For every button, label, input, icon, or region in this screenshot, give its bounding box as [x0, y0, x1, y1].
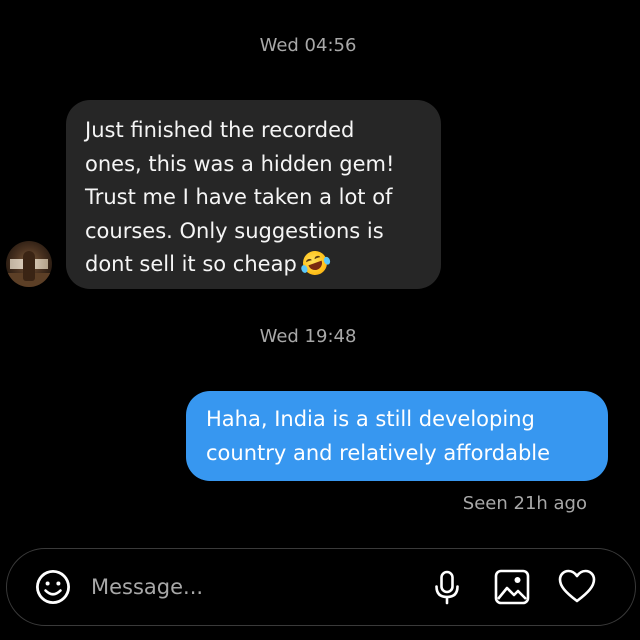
message-composer [6, 548, 636, 626]
seen-status: Seen 21h ago [462, 493, 587, 514]
message-line: ones, this was a hidden gem! [85, 151, 395, 176]
emoji-tear [300, 264, 309, 274]
emoji-tear [322, 255, 331, 266]
rolling-on-floor-laughing-emoji [299, 247, 331, 279]
emoji-smile-icon[interactable] [31, 565, 75, 609]
avatar-photo-figure [23, 251, 35, 281]
message-line: Haha, India is a still developing [206, 407, 535, 431]
timestamp: Wed 19:48 [259, 326, 357, 347]
heart-icon[interactable] [555, 565, 599, 609]
microphone-icon[interactable] [425, 565, 469, 609]
incoming-message-bubble[interactable]: Just finished the recorded ones, this wa… [66, 100, 441, 289]
message-line: country and relatively affordable [206, 440, 551, 465]
message-line-last: dont sell it so cheap [85, 247, 423, 282]
message-input[interactable] [91, 569, 391, 605]
message-line: Trust me I have taken a lot of [85, 185, 393, 209]
avatar[interactable] [6, 241, 52, 287]
message-line: Just finished the recorded [85, 118, 355, 142]
timestamp: Wed 04:56 [259, 35, 357, 56]
message-line: courses. Only suggestions is [85, 218, 384, 243]
message-text: dont sell it so cheap [85, 252, 297, 276]
gallery-icon[interactable] [490, 565, 534, 609]
chat-screen: Wed 04:56 Just finished the recorded one… [0, 0, 640, 640]
outgoing-message-bubble[interactable]: Haha, India is a still developing countr… [186, 391, 608, 481]
